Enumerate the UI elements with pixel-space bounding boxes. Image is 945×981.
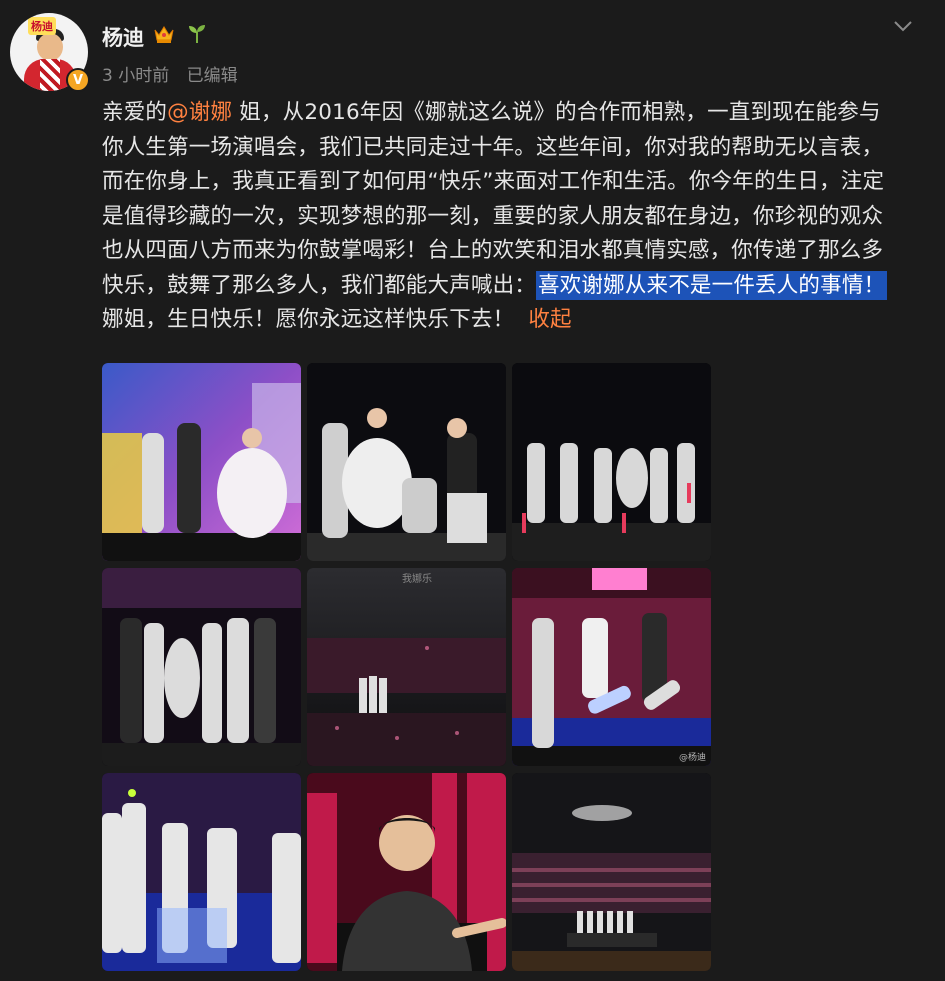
post-line-1: 亲爱的@谢娜 姐，从2016年因《娜就这么说》的合作而相熟，一直到现在能参与	[102, 96, 932, 131]
photo-6[interactable]: @杨迪	[512, 568, 711, 766]
post-line-3: 而在你身上，我真正看到了如何用“快乐”来面对工作和生活。你今年的生日，注定	[102, 169, 885, 194]
photo-1[interactable]	[102, 363, 301, 561]
photo-2[interactable]	[307, 363, 506, 561]
photo-3[interactable]	[512, 363, 711, 561]
photo-7[interactable]	[102, 773, 301, 971]
post-text: 亲爱的@谢娜 姐，从2016年因《娜就这么说》的合作而相熟，一直到现在能参与 你…	[102, 96, 932, 338]
crown-icon[interactable]	[153, 24, 175, 49]
photo-9[interactable]	[512, 773, 711, 971]
collapse-link[interactable]: 收起	[528, 307, 571, 332]
sprout-icon[interactable]	[186, 22, 208, 49]
post-line-5: 也从四面八方而来为你鼓掌喝彩！台上的欢笑和泪水都真情实感，你传递了那么多	[102, 238, 884, 263]
text-segment: 娜姐，生日快乐！愿你永远这样快乐下去！	[102, 307, 515, 332]
avatar-scarf	[40, 59, 60, 91]
post-line-4: 是值得珍藏的一次，实现梦想的那一刻，重要的家人朋友都在身边，你珍视的观众	[102, 203, 884, 229]
photo-8[interactable]	[307, 773, 506, 971]
text-segment: 亲爱的	[102, 100, 168, 125]
chevron-down-icon[interactable]	[891, 14, 915, 38]
avatar-face	[37, 33, 63, 61]
post-time[interactable]: 3 小时前	[102, 66, 169, 86]
post-line-6: 快乐，鼓舞了那么多人，我们都能大声喊出：喜欢谢娜从来不是一件丢人的事情！	[102, 269, 932, 304]
verified-badge-icon: V	[66, 68, 90, 92]
edited-label[interactable]: 已编辑	[187, 66, 238, 86]
post-meta: 3 小时前 已编辑	[102, 61, 250, 86]
photo-5[interactable]: 我娜乐	[307, 568, 506, 766]
text-segment: 快乐，鼓舞了那么多人，我们都能大声喊出：	[102, 272, 537, 298]
avatar-sign: 杨迪	[28, 17, 56, 35]
watermark: @杨迪	[678, 753, 706, 763]
post-line-7: 娜姐，生日快乐！愿你永远这样快乐下去！ 收起	[102, 303, 932, 338]
screen-text: 我娜乐	[402, 572, 432, 585]
post-line-2: 你人生第一场演唱会，我们已共同走过十年。这些年间，你对我的帮助无以言表，	[102, 134, 884, 160]
text-segment: 姐，从2016年因《娜就这么说》的合作而相熟，一直到现在能参与	[232, 100, 881, 125]
author-name[interactable]: 杨迪	[102, 22, 144, 52]
photo-4[interactable]	[102, 568, 301, 766]
selected-text[interactable]: 喜欢谢娜从来不是一件丢人的事情！	[536, 270, 888, 300]
mention-link[interactable]: @谢娜	[167, 100, 232, 125]
